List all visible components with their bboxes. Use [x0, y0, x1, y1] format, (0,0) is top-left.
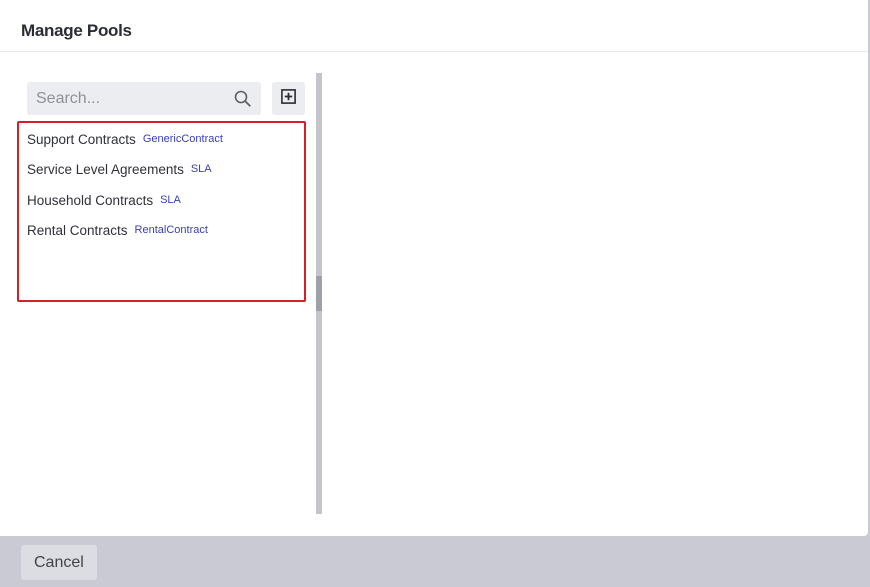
plus-square-icon: [281, 88, 296, 109]
pool-item[interactable]: Support Contracts GenericContract: [27, 128, 223, 150]
dialog-header: Manage Pools: [0, 0, 868, 52]
search-box: [27, 82, 261, 115]
detail-panel: [322, 53, 868, 536]
pool-type-tag: GenericContract: [142, 133, 223, 145]
pool-list: Support Contracts GenericContract Servic…: [17, 121, 306, 302]
search-icon[interactable]: [234, 90, 251, 107]
pool-name: Support Contracts: [27, 131, 136, 147]
manage-pools-dialog: Manage Pools Support Contracts GenericCo…: [0, 0, 868, 536]
pool-name: Rental Contracts: [27, 222, 128, 238]
add-pool-button[interactable]: [272, 82, 305, 115]
pool-item[interactable]: Service Level Agreements SLA: [27, 158, 212, 180]
dialog-title: Manage Pools: [21, 21, 132, 40]
pool-type-tag: SLA: [190, 163, 212, 175]
cancel-button[interactable]: Cancel: [21, 545, 97, 580]
pool-item[interactable]: Rental Contracts RentalContract: [27, 219, 208, 241]
pool-type-tag: RentalContract: [134, 224, 208, 236]
pool-name: Household Contracts: [27, 192, 154, 208]
pool-type-tag: SLA: [160, 194, 181, 206]
dialog-footer: Cancel: [0, 536, 870, 587]
pool-name: Service Level Agreements: [27, 161, 184, 177]
pool-item[interactable]: Household Contracts SLA: [27, 189, 181, 211]
search-input[interactable]: [27, 82, 227, 115]
